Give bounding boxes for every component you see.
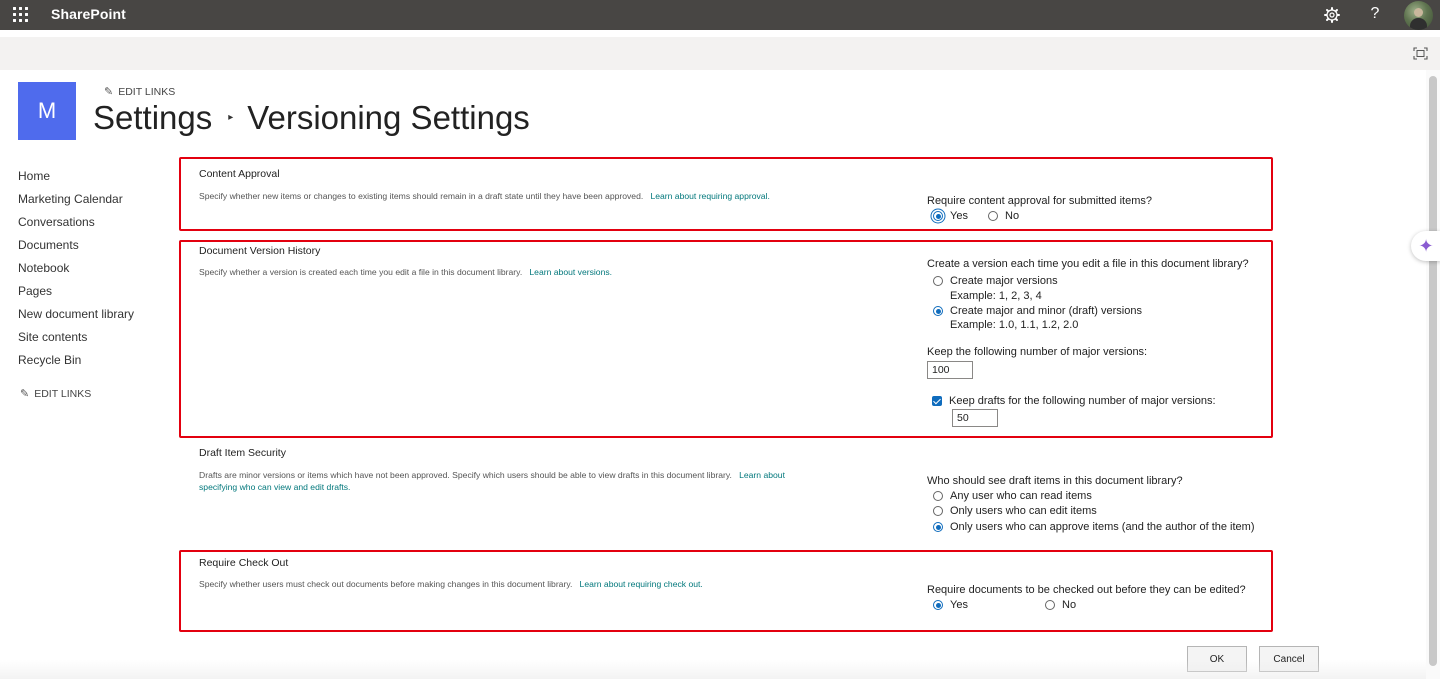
keep-major-input[interactable]: 100 (927, 361, 973, 379)
section-description: Drafts are minor versions or items which… (199, 469, 859, 493)
section-description: Specify whether a version is created eac… (199, 266, 612, 278)
section-title: Document Version History (199, 245, 321, 257)
question-label: Who should see draft items in this docum… (927, 475, 1183, 487)
section-title: Require Check Out (199, 557, 289, 569)
breadcrumb-settings-link[interactable]: Settings (93, 99, 212, 136)
page-title: Settings ▸ Versioning Settings (93, 99, 530, 137)
site-logo[interactable]: M (18, 82, 76, 140)
major-versions-option[interactable]: Create major versions (933, 275, 1058, 287)
gear-icon[interactable] (1322, 5, 1342, 25)
pencil-icon: ✎ (20, 388, 30, 400)
nav-item-recycle-bin[interactable]: Recycle Bin (18, 352, 134, 375)
keep-drafts-input[interactable]: 50 (952, 409, 998, 427)
nav-item-pages[interactable]: Pages (18, 283, 134, 306)
description-text: Drafts are minor versions or items which… (199, 470, 732, 480)
check-out-no-radio[interactable] (1045, 600, 1055, 610)
approval-no-radio[interactable] (988, 211, 998, 221)
copilot-sparkle-icon[interactable]: ✦ (1411, 231, 1440, 261)
radio-label: Only users who can approve items (and th… (950, 521, 1255, 533)
keep-drafts-checkbox[interactable] (932, 396, 942, 406)
suite-bar: SharePoint ? (0, 0, 1440, 30)
minor-versions-example: Example: 1.0, 1.1, 1.2, 2.0 (950, 319, 1079, 331)
nav-item-new-document-library[interactable]: New document library (18, 306, 134, 329)
pencil-icon: ✎ (104, 86, 114, 98)
draft-approve-radio[interactable] (933, 522, 943, 532)
scrollbar-thumb[interactable] (1429, 76, 1437, 666)
major-versions-example: Example: 1, 2, 3, 4 (950, 290, 1042, 302)
nav-item-conversations[interactable]: Conversations (18, 214, 134, 237)
breadcrumb-current: Versioning Settings (247, 99, 530, 136)
draft-security-section: Draft Item Security Drafts are minor ver… (179, 441, 1273, 541)
edit-links-nav[interactable]: ✎ EDIT LINKS (20, 387, 91, 400)
checkbox-label: Keep drafts for the following number of … (949, 395, 1216, 407)
app-name[interactable]: SharePoint (51, 6, 126, 22)
radio-label: Create major versions (950, 275, 1058, 287)
radio-label: Yes (950, 210, 968, 222)
learn-versions-link[interactable]: Learn about versions. (529, 267, 612, 277)
learn-approval-link[interactable]: Learn about requiring approval. (650, 191, 769, 201)
keep-major-label: Keep the following number of major versi… (927, 346, 1148, 358)
check-out-no-option[interactable]: No (1045, 599, 1076, 611)
draft-edit-option[interactable]: Only users who can edit items (933, 505, 1097, 517)
focus-mode-icon[interactable] (1413, 47, 1428, 60)
radio-label: Create major and minor (draft) versions (950, 305, 1142, 317)
description-text: Specify whether users must check out doc… (199, 579, 573, 589)
draft-read-radio[interactable] (933, 491, 943, 501)
section-title: Content Approval (199, 168, 280, 180)
command-bar (0, 37, 1440, 70)
radio-label: No (1062, 599, 1077, 611)
radio-label: Only users who can edit items (950, 505, 1097, 517)
scrollbar[interactable] (1426, 70, 1440, 679)
section-description: Specify whether users must check out doc… (199, 578, 703, 590)
draft-approve-option[interactable]: Only users who can approve items (and th… (933, 521, 1255, 533)
draft-read-option[interactable]: Any user who can read items (933, 490, 1092, 502)
description-text: Specify whether a version is created eac… (199, 267, 523, 277)
section-description: Specify whether new items or changes to … (199, 190, 770, 202)
nav-item-home[interactable]: Home (18, 168, 134, 191)
app-launcher-icon[interactable] (13, 7, 29, 23)
avatar[interactable] (1404, 1, 1433, 30)
content-approval-section: Content Approval Specify whether new ite… (179, 157, 1273, 231)
minor-versions-option[interactable]: Create major and minor (draft) versions (933, 305, 1142, 317)
nav-item-documents[interactable]: Documents (18, 237, 134, 260)
radio-label: Any user who can read items (950, 490, 1092, 502)
question-label: Require content approval for submitted i… (927, 195, 1153, 207)
check-out-section: Require Check Out Specify whether users … (179, 550, 1273, 632)
version-history-section: Document Version History Specify whether… (179, 240, 1273, 438)
description-text: Specify whether new items or changes to … (199, 191, 644, 201)
radio-label: No (1005, 210, 1020, 222)
section-title: Draft Item Security (199, 447, 286, 459)
breadcrumb-separator-icon: ▸ (228, 111, 234, 123)
cancel-button[interactable]: Cancel (1259, 646, 1319, 672)
check-out-yes-option[interactable]: Yes (933, 599, 968, 611)
keep-drafts-option[interactable]: Keep drafts for the following number of … (932, 395, 1216, 407)
nav-item-notebook[interactable]: Notebook (18, 260, 134, 283)
edit-links-label: EDIT LINKS (118, 86, 176, 98)
learn-drafts-link[interactable]: Learn about (739, 470, 785, 480)
help-icon[interactable]: ? (1366, 5, 1384, 25)
ok-button[interactable]: OK (1187, 646, 1247, 672)
nav-item-marketing-calendar[interactable]: Marketing Calendar (18, 191, 134, 214)
question-label: Create a version each time you edit a fi… (927, 258, 1249, 270)
left-navigation: Home Marketing Calendar Conversations Do… (18, 168, 134, 375)
check-out-yes-radio[interactable] (933, 600, 943, 610)
nav-item-site-contents[interactable]: Site contents (18, 329, 134, 352)
learn-drafts-link-cont[interactable]: specifying who can view and edit drafts. (199, 482, 350, 492)
approval-yes-radio[interactable] (933, 211, 943, 221)
radio-label: Yes (950, 599, 968, 611)
learn-check-out-link[interactable]: Learn about requiring check out. (580, 579, 703, 589)
approval-no-option[interactable]: No (988, 210, 1019, 222)
major-versions-radio[interactable] (933, 276, 943, 286)
edit-links-top[interactable]: ✎ EDIT LINKS (104, 85, 175, 98)
question-label: Require documents to be checked out befo… (927, 584, 1246, 596)
draft-edit-radio[interactable] (933, 506, 943, 516)
approval-yes-option[interactable]: Yes (933, 210, 968, 222)
minor-versions-radio[interactable] (933, 306, 943, 316)
edit-links-label: EDIT LINKS (34, 388, 92, 400)
